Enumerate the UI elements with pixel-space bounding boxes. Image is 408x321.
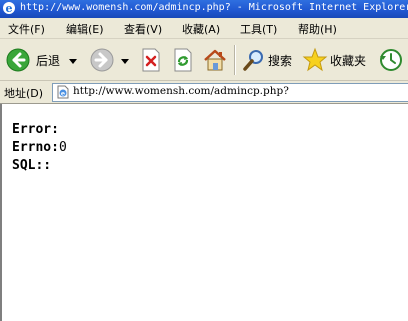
address-input[interactable]: e http://www.womensh.com/admincp.php? (52, 83, 408, 102)
back-button[interactable]: 后退 (6, 47, 66, 73)
menu-tools[interactable]: 工具(T) (240, 21, 277, 37)
page-icon: e (57, 85, 69, 99)
home-icon[interactable] (202, 47, 228, 73)
error-label: Error: (12, 122, 59, 137)
sql-label: SQL:: (12, 158, 52, 173)
address-url: http://www.womensh.com/admincp.php? (73, 85, 289, 97)
menu-favorites[interactable]: 收藏(A) (182, 21, 220, 37)
address-bar: 地址(D) e http://www.womensh.com/admincp.p… (0, 81, 408, 104)
svg-text:e: e (6, 2, 13, 15)
ie-logo-icon: e (3, 2, 15, 15)
title-bar[interactable]: e http://www.womensh.com/admincp.php? - … (0, 0, 408, 18)
errno-line: Errno:0 (12, 140, 67, 155)
error-line: Error: (12, 122, 59, 137)
menu-file[interactable]: 文件(F) (8, 21, 45, 37)
back-label: 后退 (36, 54, 61, 68)
back-arrow-icon (6, 48, 30, 72)
errno-label: Errno: (12, 140, 59, 155)
back-dropdown-icon[interactable] (69, 59, 77, 64)
search-button[interactable]: 搜索 (242, 47, 296, 73)
search-label: 搜索 (268, 54, 293, 68)
favorites-star-icon (302, 47, 328, 72)
errno-value: 0 (58, 140, 67, 155)
toolbar-separator (234, 45, 236, 75)
menu-help[interactable]: 帮助(H) (298, 21, 337, 37)
page-content: Error: Errno:0 SQL:: (0, 104, 408, 321)
svg-text:e: e (61, 90, 65, 98)
stop-icon[interactable] (140, 48, 162, 72)
menu-edit[interactable]: 编辑(E) (66, 21, 104, 37)
search-icon (243, 50, 263, 71)
menu-bar: 文件(F) 编辑(E) 查看(V) 收藏(A) 工具(T) 帮助(H) (0, 18, 408, 39)
standard-toolbar: 后退 搜索 收藏夹 (0, 39, 408, 81)
forward-dropdown-icon[interactable] (121, 59, 129, 64)
refresh-icon[interactable] (172, 48, 194, 72)
menu-view[interactable]: 查看(V) (124, 21, 162, 37)
forward-arrow-icon[interactable] (90, 48, 114, 72)
sql-line: SQL:: (12, 158, 51, 173)
favorites-label: 收藏夹 (330, 54, 367, 68)
favorites-button[interactable]: 收藏夹 (302, 47, 368, 73)
address-label: 地址(D) (4, 87, 44, 100)
window-title: http://www.womensh.com/admincp.php? - Mi… (20, 2, 408, 13)
history-icon[interactable] (378, 47, 404, 73)
